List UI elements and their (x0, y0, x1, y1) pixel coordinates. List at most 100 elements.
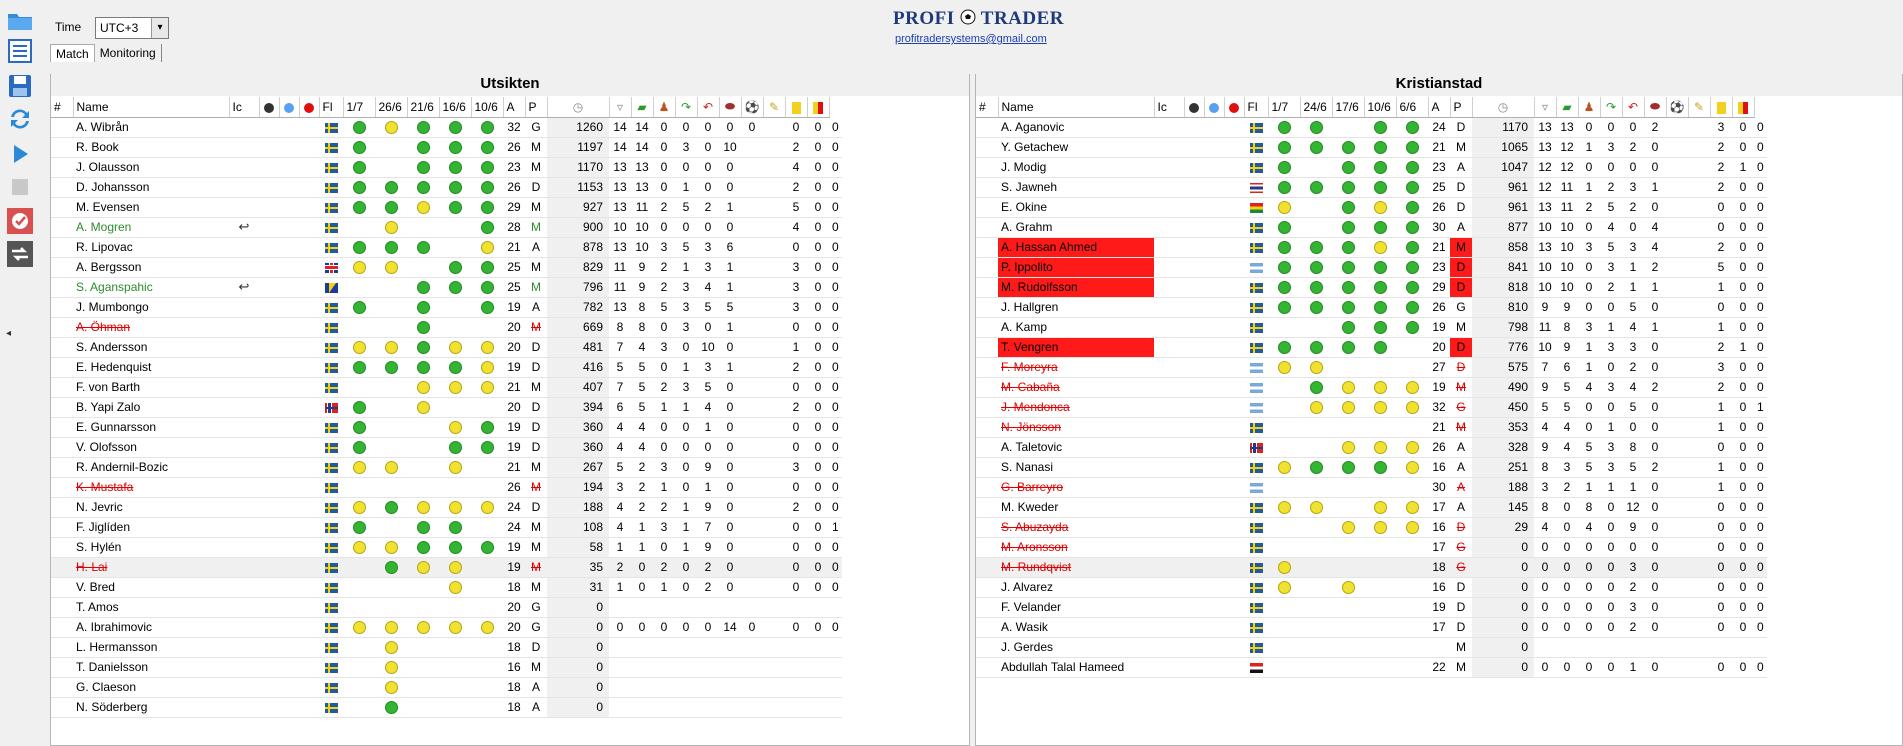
table-row[interactable]: G. Barreyro 30 A 188 3 2 1 1 1 0 1 0 0 (976, 477, 1767, 498)
column-header[interactable]: 24/6 (1300, 97, 1333, 118)
table-row[interactable]: F. Jiglíden 24 M 108 4 1 3 1 7 0 0 0 1 (51, 517, 842, 538)
table-row[interactable]: A. Wasik 17 D 0 0 0 0 0 2 0 0 0 0 (976, 617, 1767, 638)
table-row[interactable]: A. Bergsson 25 M 829 11 9 2 1 3 1 3 0 0 (51, 257, 842, 278)
column-header[interactable]: Ic (229, 97, 260, 118)
player-name[interactable]: A. Mogren (73, 217, 229, 238)
table-row[interactable]: N. Söderberg 18 A 0 (51, 697, 842, 718)
player-name[interactable]: S. Abuzayda (998, 517, 1154, 538)
column-header-player-icon[interactable]: ♟ (1578, 97, 1601, 118)
table-row[interactable]: M. Kweder 17 A 145 8 0 8 0 12 0 0 0 0 (976, 497, 1767, 518)
column-header-ball-icon[interactable]: ⚽ (741, 97, 764, 118)
table-row[interactable]: P. Ippolito 23 D 841 10 10 0 3 1 2 5 0 0 (976, 257, 1767, 278)
table-row[interactable]: A. Aganovic 24 D 1170 13 13 0 0 0 2 3 0 0 (976, 117, 1767, 138)
table-row[interactable]: M. Evensen 29 M 927 13 11 2 5 2 1 5 0 0 (51, 197, 842, 218)
column-header[interactable]: 1/7 (1268, 97, 1301, 118)
player-name[interactable]: M. Kweder (998, 497, 1154, 518)
player-name[interactable]: F. von Barth (73, 377, 229, 398)
column-header-sub-in-icon[interactable]: ↷ (675, 97, 698, 118)
player-name[interactable]: P. Ippolito (998, 257, 1154, 278)
table-row[interactable]: B. Yapi Zalo 20 D 394 6 5 1 1 4 0 2 0 0 (51, 397, 842, 418)
timezone-select[interactable]: UTC+3 ▾ (95, 17, 169, 39)
player-name[interactable]: T. Danielsson (73, 657, 229, 678)
column-header-assist-icon[interactable]: ✎ (763, 97, 786, 118)
player-name[interactable]: J. Gerdes (998, 637, 1154, 658)
player-name[interactable]: V. Olofsson (73, 437, 229, 458)
table-row[interactable]: T. Vengren 20 D 776 10 9 1 3 3 0 2 1 0 (976, 337, 1767, 358)
player-name[interactable]: A. Wasik (998, 617, 1154, 638)
column-header-sort-icon[interactable]: ▿ (609, 97, 632, 118)
table-row[interactable]: J. Hallgren 26 G 810 9 9 0 0 5 0 0 0 0 (976, 297, 1767, 318)
column-header[interactable]: 10/6 (1364, 97, 1397, 118)
player-name[interactable]: A. Bergsson (73, 257, 229, 278)
transfer-icon[interactable] (6, 240, 34, 268)
table-row[interactable]: Y. Getachew 21 M 1065 13 12 1 3 2 0 2 0 0 (976, 137, 1767, 158)
column-header[interactable]: P (525, 97, 548, 118)
column-header[interactable]: 16/6 (439, 97, 472, 118)
column-header-sub-out-icon[interactable]: ↶ (697, 97, 720, 118)
column-header[interactable]: A (1428, 97, 1451, 118)
player-name[interactable]: M. Aronsson (998, 537, 1154, 558)
table-row[interactable]: N. Jönsson 21 M 353 4 4 0 1 0 0 1 0 0 (976, 417, 1767, 438)
player-name[interactable]: R. Lipovac (73, 237, 229, 258)
column-header[interactable]: Fl (319, 97, 344, 118)
table-row[interactable]: A. Grahm 30 A 877 10 10 0 4 0 4 0 0 0 (976, 217, 1767, 238)
player-name[interactable]: E. Gunnarsson (73, 417, 229, 438)
table-row[interactable]: S. Aganspahic ↩ 25 M 796 11 9 2 3 4 1 3 0 0 (51, 277, 842, 298)
column-header[interactable]: Name (998, 97, 1155, 118)
player-name[interactable]: D. Johansson (73, 177, 229, 198)
black-dot-icon[interactable] (1184, 97, 1205, 118)
column-header[interactable]: 1/7 (343, 97, 376, 118)
table-row[interactable]: K. Mustafa 26 M 194 3 2 1 0 1 0 0 0 0 (51, 477, 842, 498)
table-row[interactable]: T. Danielsson 16 M 0 (51, 657, 842, 678)
player-name[interactable]: A. Ibrahimovic (73, 617, 229, 638)
player-name[interactable]: S. Andersson (73, 337, 229, 358)
column-header[interactable]: # (976, 97, 999, 118)
table-row[interactable]: A. Ibrahimovic 20 G 0 0 0 0 0 0 14 0 0 0 0 (51, 617, 842, 638)
column-header-boot-icon[interactable]: ⬬ (719, 97, 742, 118)
table-row[interactable]: E. Hedenquist 19 D 416 5 5 0 1 3 1 2 0 0 (51, 357, 842, 378)
table-row[interactable]: S. Jawneh 25 D 961 12 11 1 2 3 1 2 0 0 (976, 177, 1767, 198)
player-name[interactable]: A. Grahm (998, 217, 1154, 238)
blue-dot-icon[interactable] (279, 97, 300, 118)
table-row[interactable]: S. Hylén 19 M 58 1 1 0 1 9 0 0 0 0 (51, 537, 842, 558)
player-name[interactable]: N. Söderberg (73, 697, 229, 718)
table-row[interactable]: A. Taletovic 26 A 328 9 4 5 3 8 0 0 0 0 (976, 437, 1767, 458)
table-row[interactable]: T. Amos 20 G 0 (51, 597, 842, 618)
player-name[interactable]: J. Olausson (73, 157, 229, 178)
player-name[interactable]: A. Kamp (998, 317, 1154, 338)
player-name[interactable]: J. Alvarez (998, 577, 1154, 598)
player-name[interactable]: J. Hallgren (998, 297, 1154, 318)
player-name[interactable]: S. Jawneh (998, 177, 1154, 198)
save-icon[interactable] (6, 72, 34, 100)
column-header[interactable]: 10/6 (471, 97, 504, 118)
column-header[interactable]: 21/6 (407, 97, 440, 118)
column-header-yellow-red-card-icon[interactable] (1732, 97, 1755, 118)
table-row[interactable]: Abdullah Talal Hameed 22 M 0 0 0 0 0 1 0 0 0 0 (976, 657, 1767, 678)
table-row[interactable]: H. Lai 19 M 35 2 0 2 0 2 0 0 0 0 (51, 557, 842, 578)
folder-icon[interactable] (6, 6, 34, 34)
column-header-yellow-red-card-icon[interactable] (807, 97, 830, 118)
player-name[interactable]: A. Wibrån (73, 117, 229, 138)
table-row[interactable]: R. Andernil-Bozic 21 M 267 5 2 3 0 9 0 3 0 0 (51, 457, 842, 478)
player-name[interactable]: F. Jiglíden (73, 517, 229, 538)
table-row[interactable]: V. Olofsson 19 D 360 4 4 0 0 0 0 0 0 0 (51, 437, 842, 458)
column-header-shirt-icon[interactable]: ▰ (631, 97, 654, 118)
player-name[interactable]: A. Hassan Ahmed (998, 237, 1154, 258)
column-header[interactable]: Name (73, 97, 230, 118)
table-row[interactable]: A. Hassan Ahmed 21 M 858 13 10 3 5 3 4 2 0 0 (976, 237, 1767, 258)
table-row[interactable]: F. von Barth 21 M 407 7 5 2 3 5 0 0 0 0 (51, 377, 842, 398)
table-row[interactable]: S. Nanasi 16 A 251 8 3 5 3 5 2 1 0 0 (976, 457, 1767, 478)
table-row[interactable]: G. Claeson 18 A 0 (51, 677, 842, 698)
tab-match[interactable]: Match (50, 44, 95, 62)
player-name[interactable]: A. Öhman (73, 317, 229, 338)
player-name[interactable]: F. Moreyra (998, 357, 1154, 378)
player-name[interactable]: M. Cabaña (998, 377, 1154, 398)
table-row[interactable]: E. Gunnarsson 19 D 360 4 4 0 0 1 0 0 0 0 (51, 417, 842, 438)
red-dot-icon[interactable] (1224, 97, 1245, 118)
column-header[interactable]: 6/6 (1396, 97, 1429, 118)
player-name[interactable]: A. Taletovic (998, 437, 1154, 458)
player-name[interactable]: N. Jönsson (998, 417, 1154, 438)
column-header-sub-out-icon[interactable]: ↶ (1622, 97, 1645, 118)
player-name[interactable]: E. Okine (998, 197, 1154, 218)
table-row[interactable]: F. Moreyra 27 D 575 7 6 1 0 2 0 3 0 0 (976, 357, 1767, 378)
